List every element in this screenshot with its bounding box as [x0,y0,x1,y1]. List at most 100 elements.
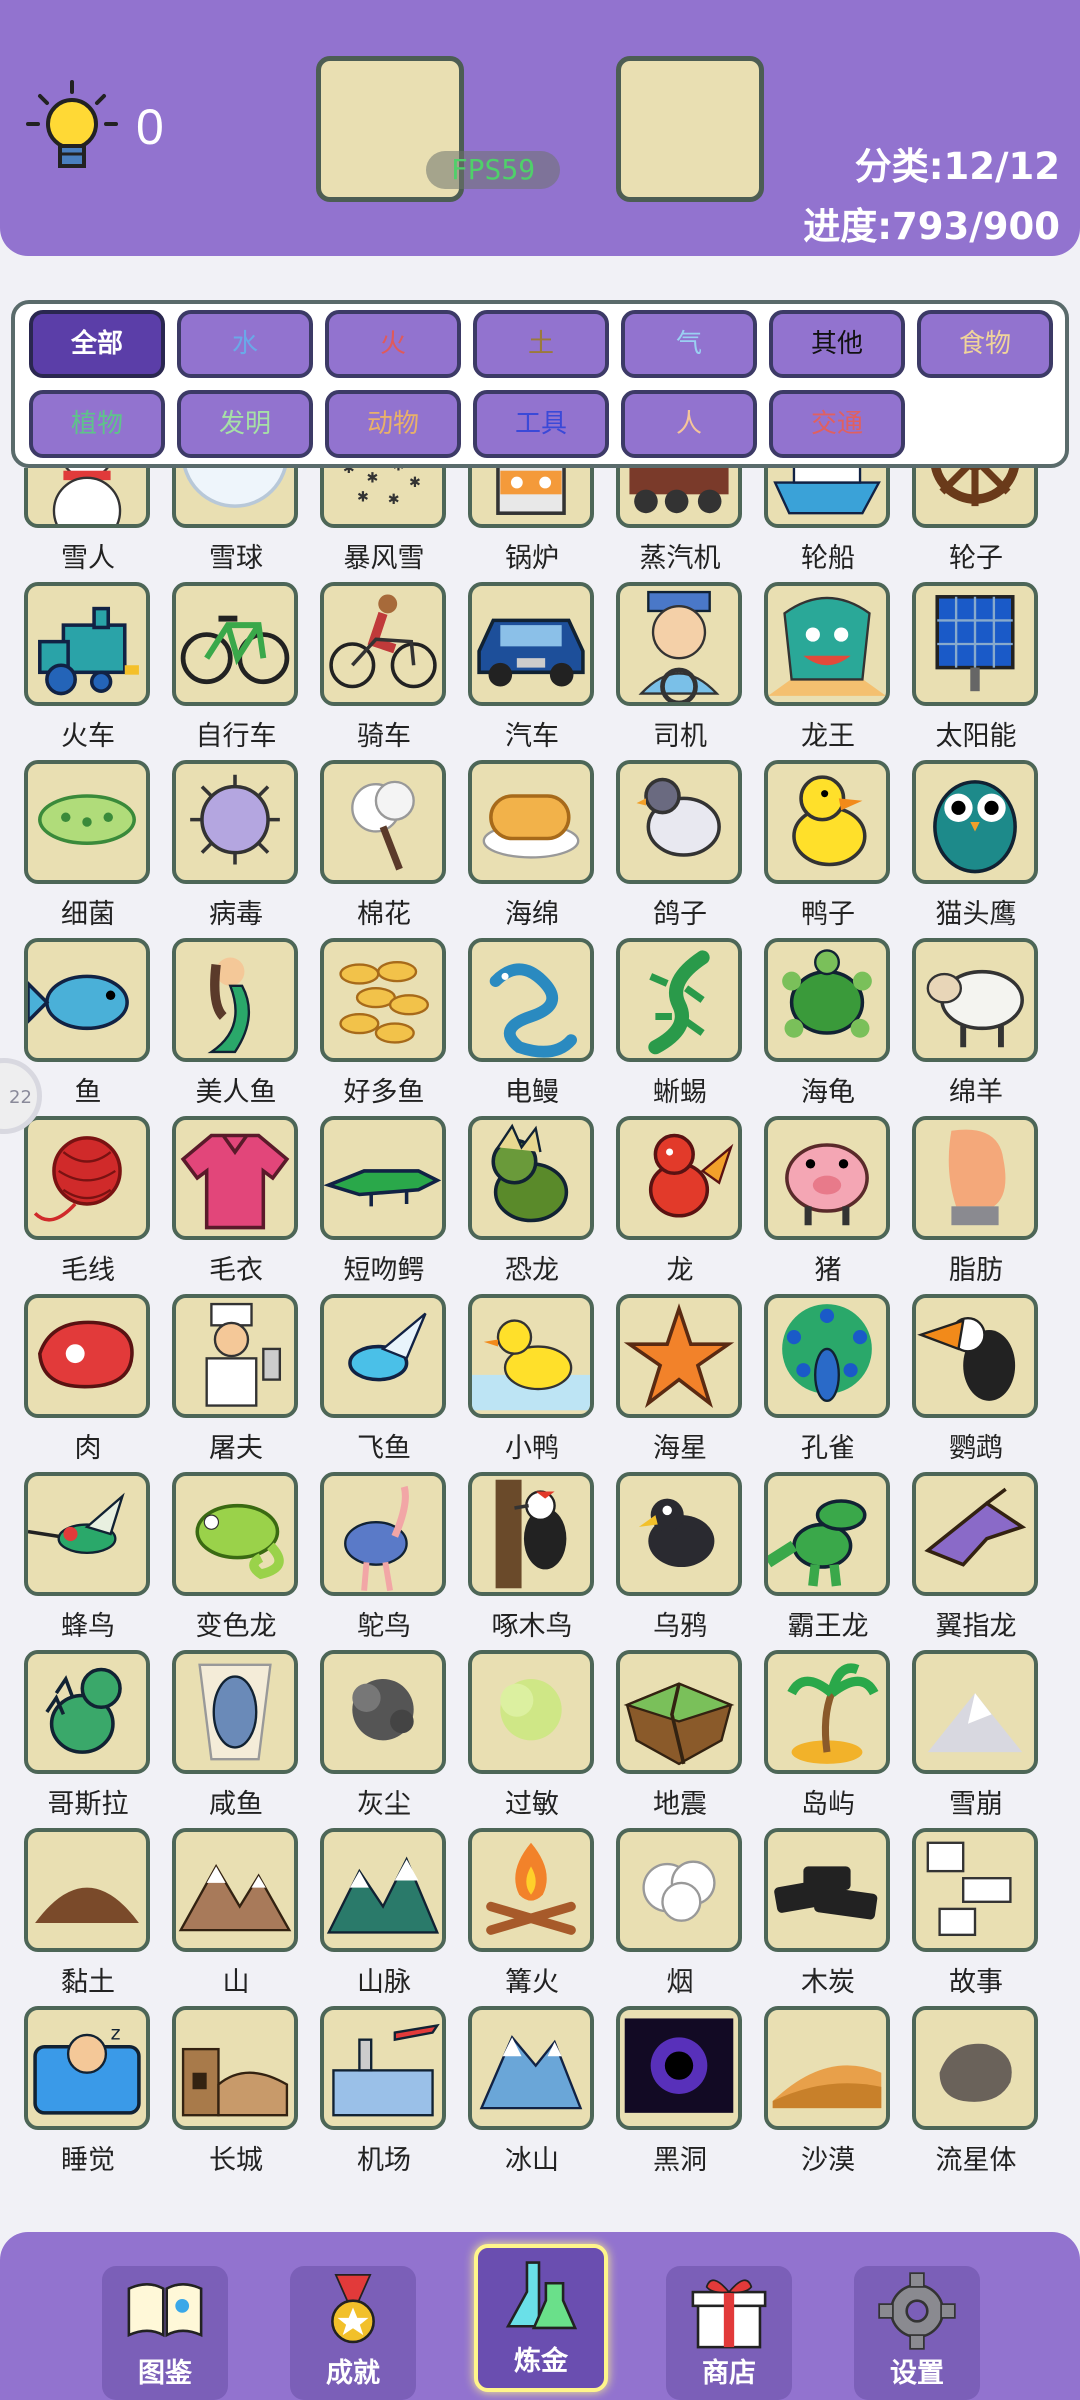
sleep-icon[interactable]: z [24,2006,150,2130]
element-card[interactable]: 黑洞 [606,2006,754,2176]
element-card[interactable]: 海绵 [458,760,606,930]
bacteria-icon[interactable] [24,760,150,884]
filter-chip[interactable]: 发明 [177,390,313,458]
element-card[interactable]: 黏土 [14,1828,162,1998]
element-card[interactable]: 过敏 [458,1650,606,1820]
element-card[interactable]: 蒸汽机 [606,468,754,574]
element-card[interactable]: 翼指龙 [902,1472,1050,1642]
turtle-icon[interactable] [764,938,890,1062]
island-icon[interactable] [764,1650,890,1774]
element-card[interactable]: 锅炉 [458,468,606,574]
element-card[interactable]: 烟 [606,1828,754,1998]
eel-icon[interactable] [468,938,594,1062]
great-wall-icon[interactable] [172,2006,298,2130]
nav-achievement-medal-button[interactable]: 成就 [290,2266,416,2400]
element-card[interactable]: 棉花 [310,760,458,930]
element-card[interactable]: 霸王龙 [754,1472,902,1642]
element-card[interactable]: 乌鸦 [606,1472,754,1642]
element-card[interactable]: 蜂鸟 [14,1472,162,1642]
element-card[interactable]: 恐龙 [458,1116,606,1286]
desert-icon[interactable] [764,2006,890,2130]
nav-settings-gear-button[interactable]: 设置 [854,2266,980,2400]
charcoal-icon[interactable] [764,1828,890,1952]
element-card[interactable]: 屠夫 [162,1294,310,1464]
element-card[interactable]: 山脉 [310,1828,458,1998]
t-rex-icon[interactable] [764,1472,890,1596]
combine-slot-right[interactable] [616,56,764,202]
element-card[interactable]: 冰山 [458,2006,606,2176]
mountain-range-icon[interactable] [320,1828,446,1952]
element-card[interactable]: 变色龙 [162,1472,310,1642]
meat-icon[interactable] [24,1294,150,1418]
element-card[interactable]: 自行车 [162,582,310,752]
element-card[interactable]: 汽车 [458,582,606,752]
element-card[interactable]: 骑车 [310,582,458,752]
filter-chip[interactable]: 人 [621,390,757,458]
campfire-icon[interactable] [468,1828,594,1952]
wheel-icon[interactable] [912,468,1038,528]
element-card[interactable]: 流星体 [902,2006,1050,2176]
dust-icon[interactable] [320,1650,446,1774]
element-card[interactable]: 沙漠 [754,2006,902,2176]
element-card[interactable]: 篝火 [458,1828,606,1998]
element-card[interactable]: 地震 [606,1650,754,1820]
element-card[interactable]: z 睡觉 [14,2006,162,2176]
filter-chip[interactable]: 其他 [769,310,905,378]
element-card[interactable]: 病毒 [162,760,310,930]
clay-icon[interactable] [24,1828,150,1952]
element-card[interactable]: 雪崩 [902,1650,1050,1820]
lizard-icon[interactable] [616,938,742,1062]
car-icon[interactable] [468,582,594,706]
element-card[interactable]: 细菌 [14,760,162,930]
pterodactyl-icon[interactable] [912,1472,1038,1596]
filter-chip[interactable]: 交通 [769,390,905,458]
snowball-icon[interactable] [172,468,298,528]
driver-icon[interactable] [616,582,742,706]
starfish-icon[interactable] [616,1294,742,1418]
peacock-icon[interactable] [764,1294,890,1418]
filter-chip[interactable]: 全部 [29,310,165,378]
element-card[interactable]: 啄木鸟 [458,1472,606,1642]
element-card[interactable]: 鸽子 [606,760,754,930]
earthquake-icon[interactable] [616,1650,742,1774]
element-card[interactable]: 海龟 [754,938,902,1108]
avalanche-icon[interactable] [912,1650,1038,1774]
element-card[interactable]: 哥斯拉 [14,1650,162,1820]
element-card[interactable]: 灰尘 [310,1650,458,1820]
solar-panel-icon[interactable] [912,582,1038,706]
element-card[interactable]: 轮船 [754,468,902,574]
element-card[interactable]: 咸鱼 [162,1650,310,1820]
filter-chip[interactable]: 火 [325,310,461,378]
sponge-icon[interactable] [468,760,594,884]
crow-icon[interactable] [616,1472,742,1596]
boiler-icon[interactable] [468,468,594,528]
element-card[interactable]: 脂肪 [902,1116,1050,1286]
element-card[interactable]: 长城 [162,2006,310,2176]
element-card[interactable]: 电鳗 [458,938,606,1108]
story-icon[interactable] [912,1828,1038,1952]
airport-icon[interactable] [320,2006,446,2130]
godzilla-icon[interactable] [24,1650,150,1774]
butcher-icon[interactable] [172,1294,298,1418]
dragon-icon[interactable] [616,1116,742,1240]
element-card[interactable]: 轮子 [902,468,1050,574]
element-card[interactable]: 飞鱼 [310,1294,458,1464]
filter-chip[interactable]: 食物 [917,310,1053,378]
nav-encyclopedia-button[interactable]: 图鉴 [102,2266,228,2400]
element-card[interactable]: 肉 [14,1294,162,1464]
element-card[interactable]: 美人鱼 [162,938,310,1108]
train-icon[interactable] [24,582,150,706]
element-card[interactable]: 司机 [606,582,754,752]
element-card[interactable]: 毛线 [14,1116,162,1286]
element-card[interactable]: 鹦鹉 [902,1294,1050,1464]
element-card[interactable]: 故事 [902,1828,1050,1998]
toucan-icon[interactable] [912,1294,1038,1418]
alligator-icon[interactable] [320,1116,446,1240]
snowman-icon[interactable] [24,468,150,528]
ship-icon[interactable] [764,468,890,528]
filter-chip[interactable]: 水 [177,310,313,378]
woodpecker-icon[interactable] [468,1472,594,1596]
element-card[interactable]: 龙 [606,1116,754,1286]
element-card[interactable]: 鸵鸟 [310,1472,458,1642]
dinosaur-icon[interactable] [468,1116,594,1240]
